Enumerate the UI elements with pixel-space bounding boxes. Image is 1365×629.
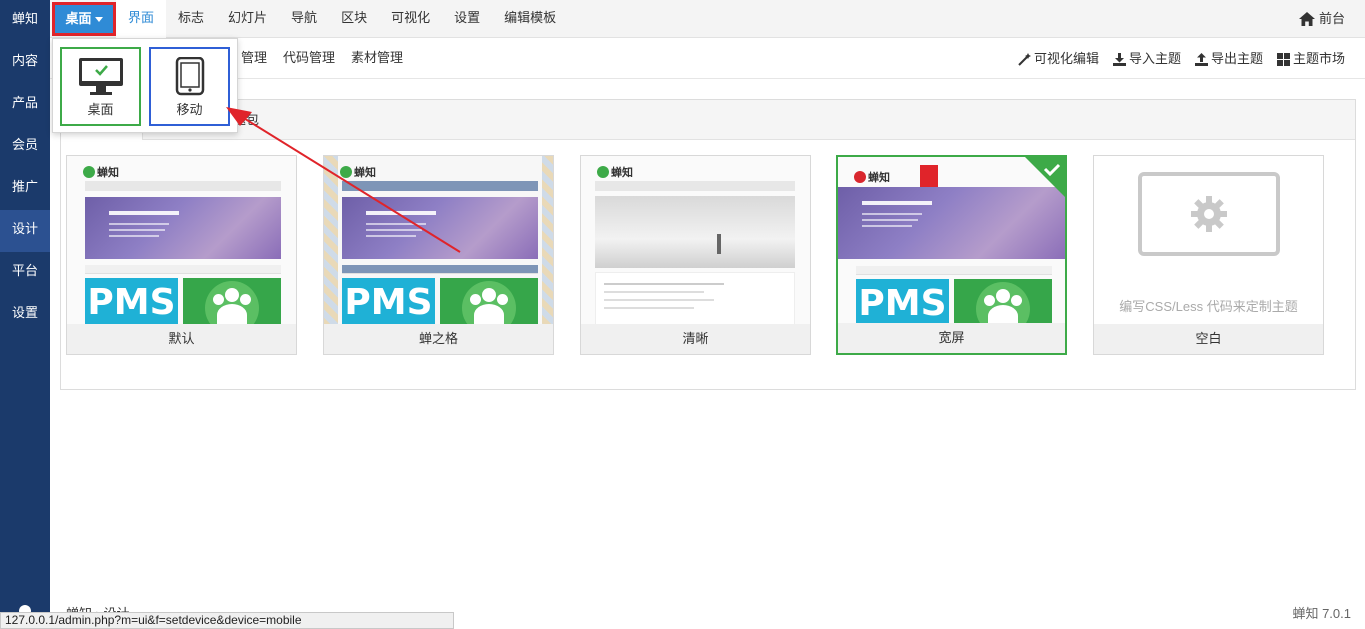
visual-edit-label: 可视化编辑: [1033, 51, 1099, 66]
blank-theme-hint: 编写CSS/Less 代码来定制主题: [1119, 299, 1298, 314]
sidebar-item-member[interactable]: 会员: [0, 126, 50, 168]
top-menu: 界面 标志 幻灯片 导航 区块 可视化 设置 编辑模板: [116, 0, 568, 38]
theme-card-clear[interactable]: 蝉知 清晰: [580, 155, 811, 355]
sidebar-brand[interactable]: 蝉知: [0, 0, 50, 42]
annotation-arrow-icon: [226, 107, 461, 253]
preview-pms-tile: PMS: [85, 278, 178, 326]
code-manage-link[interactable]: 代码管理: [275, 39, 343, 79]
desktop-monitor-icon: [78, 58, 123, 95]
preview-section: [856, 266, 1052, 275]
tablet-icon: [175, 57, 204, 96]
device-dropdown: 桌面 移动: [52, 38, 238, 133]
download-icon: [1112, 52, 1126, 66]
grid-icon: [1276, 52, 1290, 66]
logo-icon: [597, 166, 609, 178]
tab-slides[interactable]: 幻灯片: [216, 0, 279, 38]
theme-market-button[interactable]: 主题市场: [1276, 39, 1345, 79]
visual-edit-button[interactable]: 可视化编辑: [1018, 39, 1099, 79]
preview-logo: 蝉知: [854, 169, 890, 185]
theme-manage-link[interactable]: 管理: [233, 39, 275, 79]
theme-name: 蝉之格: [324, 324, 553, 354]
theme-market-label: 主题市场: [1292, 51, 1345, 66]
top-navigation: 桌面 界面 标志 幻灯片 导航 区块 可视化 设置 编辑模板 前台: [50, 0, 1365, 38]
import-theme-label: 导入主题: [1128, 51, 1181, 66]
sidebar-item-platform[interactable]: 平台: [0, 252, 50, 294]
device-switch-button[interactable]: 桌面: [52, 2, 116, 36]
theme-card-blank[interactable]: 编写CSS/Less 代码来定制主题 空白: [1093, 155, 1324, 355]
preview-photo-banner: [595, 196, 795, 268]
sub-toolbar: 管理 代码管理 素材管理 可视化编辑 导入主题 导出主题 主题市场: [50, 39, 1365, 79]
frontdesk-link[interactable]: 前台: [1298, 0, 1345, 38]
home-icon: [1298, 12, 1315, 26]
upload-icon: [1194, 52, 1208, 66]
users-group-icon: [954, 279, 1052, 327]
sidebar-item-content[interactable]: 内容: [0, 42, 50, 84]
magic-wand-icon: [1018, 52, 1031, 66]
tab-edit-template[interactable]: 编辑模板: [492, 0, 568, 38]
theme-name: 宽屏: [838, 323, 1065, 353]
frontdesk-label: 前台: [1318, 11, 1345, 26]
tab-visual[interactable]: 可视化: [379, 0, 442, 38]
preview-section: [342, 265, 538, 274]
export-theme-button[interactable]: 导出主题: [1194, 39, 1263, 79]
preview-pms-tile: PMS: [856, 279, 949, 327]
preview-section: [85, 265, 281, 274]
tab-blocks[interactable]: 区块: [329, 0, 379, 38]
users-group-icon: [440, 278, 538, 326]
logo-icon: [854, 171, 866, 183]
theme-name: 默认: [67, 324, 296, 354]
gear-icon: [1191, 196, 1227, 232]
device-option-desktop[interactable]: 桌面: [60, 47, 141, 126]
device-switch-label: 桌面: [65, 11, 92, 26]
screen-outline-icon: [1138, 172, 1280, 256]
theme-preview: 蝉知: [581, 156, 810, 326]
asset-manage-link[interactable]: 素材管理: [343, 39, 411, 79]
browser-status-bar: 127.0.0.1/admin.php?m=ui&f=setdevice&dev…: [0, 612, 454, 629]
sub-toolbar-left: 管理 代码管理 素材管理: [233, 39, 411, 79]
device-option-label: 桌面: [87, 102, 114, 117]
selected-check-icon: [1025, 157, 1065, 197]
preview-pms-tile: PMS: [342, 278, 435, 326]
theme-preview: 编写CSS/Less 代码来定制主题: [1094, 156, 1323, 326]
sidebar-item-product[interactable]: 产品: [0, 84, 50, 126]
export-theme-label: 导出主题: [1210, 51, 1263, 66]
users-group-icon: [183, 278, 281, 326]
tab-logo[interactable]: 标志: [166, 0, 216, 38]
theme-name: 清晰: [581, 324, 810, 354]
tab-navigation[interactable]: 导航: [279, 0, 329, 38]
sidebar-item-design[interactable]: 设计: [0, 210, 50, 252]
preview-article-list: [595, 272, 795, 326]
preview-nav-active: [920, 165, 938, 187]
logo-icon: [83, 166, 95, 178]
import-theme-button[interactable]: 导入主题: [1112, 39, 1181, 79]
device-option-mobile[interactable]: 移动: [149, 47, 230, 126]
preview-logo: 蝉知: [597, 164, 633, 180]
preview-banner: [838, 187, 1065, 259]
tab-interface[interactable]: 界面: [116, 0, 167, 38]
caret-down-icon: [94, 17, 103, 23]
sidebar-item-settings[interactable]: 设置: [0, 294, 50, 336]
theme-card-wide[interactable]: 蝉知 PMS 宽屏: [836, 155, 1067, 355]
device-option-label: 移动: [176, 102, 203, 117]
preview-logo: 蝉知: [83, 164, 119, 180]
version-label: 蝉知 7.0.1: [1292, 606, 1351, 621]
tab-settings[interactable]: 设置: [442, 0, 492, 38]
theme-name: 空白: [1094, 324, 1323, 354]
sidebar-item-promotion[interactable]: 推广: [0, 168, 50, 210]
left-sidebar: 蝉知 内容 产品 会员 推广 设计 平台 设置: [0, 0, 50, 629]
sub-toolbar-right: 可视化编辑 导入主题 导出主题 主题市场: [1004, 39, 1345, 79]
preview-nav: [595, 181, 795, 191]
